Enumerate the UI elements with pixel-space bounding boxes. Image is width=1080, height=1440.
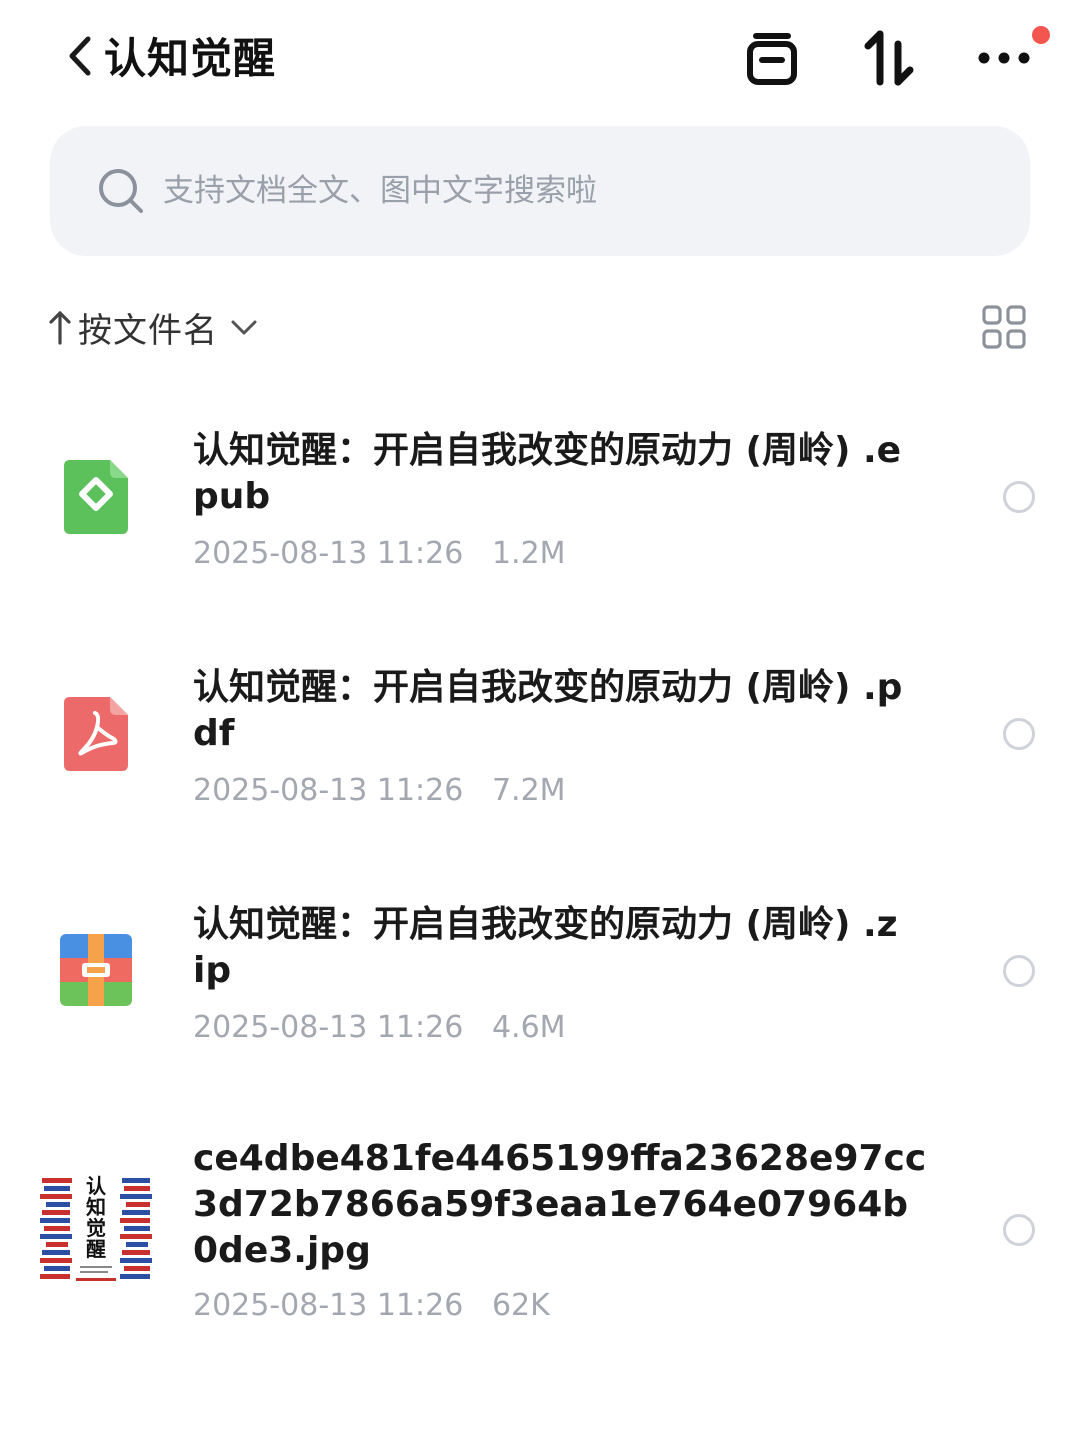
search-icon: [99, 169, 143, 213]
sort-arrows-icon: [864, 30, 914, 86]
cover-title: 认知觉醒: [86, 1174, 106, 1261]
file-size: 62K: [491, 1288, 550, 1323]
file-size: 4.6M: [491, 1010, 566, 1045]
select-radio[interactable]: [1003, 718, 1035, 750]
top-bar: 认知觉醒: [0, 0, 1080, 118]
image-thumbnail: 认知觉醒: [40, 1174, 152, 1286]
file-meta: 2025-08-13 11:26 1.2M: [193, 536, 566, 571]
file-size: 1.2M: [491, 536, 566, 571]
window-button[interactable]: [740, 26, 804, 90]
pdf-file-icon: [64, 697, 128, 771]
file-name: 认知觉醒：开启自我改变的原动力 (周岭) .pdf: [193, 667, 903, 754]
notification-dot: [1032, 26, 1050, 44]
back-button[interactable]: [58, 28, 102, 84]
sort-selector[interactable]: 按文件名: [48, 302, 258, 352]
file-size: 7.2M: [491, 773, 566, 808]
file-date: 2025-08-13 11:26: [193, 536, 464, 571]
file-row-epub[interactable]: 认知觉醒：开启自我改变的原动力 (周岭) .epub 2025-08-13 11…: [0, 420, 1080, 600]
file-date: 2025-08-13 11:26: [193, 1010, 464, 1045]
page-title: 认知觉醒: [104, 34, 277, 83]
file-meta: 2025-08-13 11:26 62K: [193, 1288, 550, 1323]
sort-button[interactable]: [856, 26, 920, 90]
grid-view-icon[interactable]: [980, 303, 1028, 351]
more-icon: [978, 52, 1030, 64]
file-meta: 2025-08-13 11:26 4.6M: [193, 1010, 566, 1045]
file-date: 2025-08-13 11:26: [193, 1288, 464, 1323]
zip-file-icon: [60, 934, 132, 1006]
window-icon: [747, 33, 797, 85]
file-row-pdf[interactable]: 认知觉醒：开启自我改变的原动力 (周岭) .pdf 2025-08-13 11:…: [0, 657, 1080, 837]
file-name: 认知觉醒：开启自我改变的原动力 (周岭) .epub: [193, 430, 902, 517]
search-input[interactable]: [163, 160, 983, 222]
more-button[interactable]: [972, 26, 1036, 90]
arrow-up-icon: [49, 311, 71, 345]
file-name: 认知觉醒：开启自我改变的原动力 (周岭) .zip: [193, 904, 898, 991]
file-meta: 2025-08-13 11:26 7.2M: [193, 773, 566, 808]
select-radio[interactable]: [1003, 1214, 1035, 1246]
sort-label: 按文件名: [78, 310, 218, 351]
file-date: 2025-08-13 11:26: [193, 773, 464, 808]
select-radio[interactable]: [1003, 481, 1035, 513]
file-name: ce4dbe481fe4465199ffa23628e97cc3d72b7866…: [193, 1138, 927, 1271]
file-row-jpg[interactable]: 认知觉醒 ce4dbe481fe4465199ffa23628e97cc3d72…: [0, 1132, 1080, 1352]
epub-file-icon: [64, 460, 128, 534]
chevron-left-icon: [69, 36, 91, 76]
chevron-down-icon: [231, 320, 257, 335]
file-row-zip[interactable]: 认知觉醒：开启自我改变的原动力 (周岭) .zip 2025-08-13 11:…: [0, 894, 1080, 1074]
select-radio[interactable]: [1003, 955, 1035, 987]
